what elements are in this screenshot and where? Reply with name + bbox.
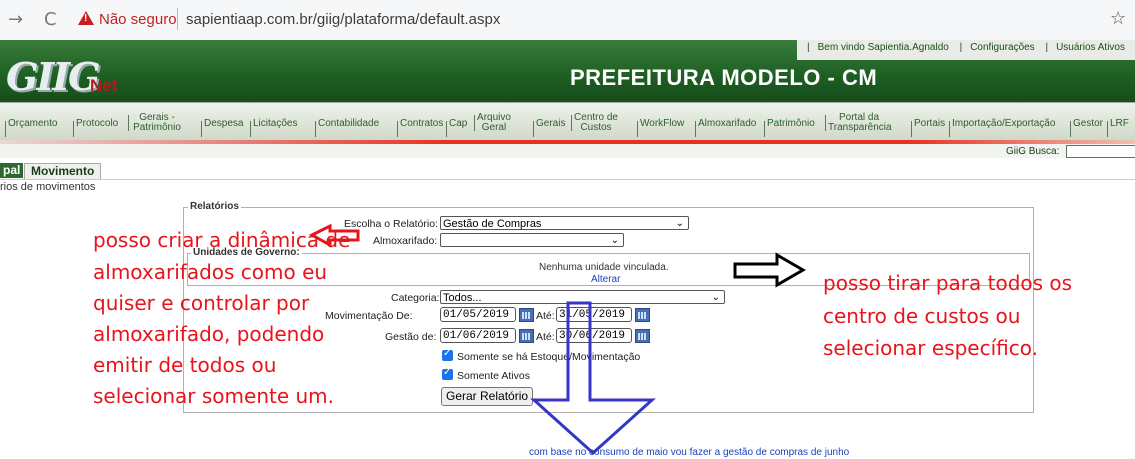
annotation-left-line: quiser e controlar por xyxy=(93,291,310,315)
annotation-left-line: almoxarifados como eu xyxy=(93,260,328,284)
annotation-right-line: centro de custos ou xyxy=(823,304,1021,328)
blue-arrow-icon xyxy=(530,301,656,456)
annotation-left-line: posso criar a dinâmica de xyxy=(93,228,351,252)
annotation-right-line: posso tirar para todos os xyxy=(823,271,1073,295)
annotation-left-line: emitir de todos ou xyxy=(93,353,277,377)
black-arrow-icon xyxy=(733,252,807,288)
annotation-right-line: selecionar específico. xyxy=(823,336,1038,360)
annotation-footer: com base no consumo de maio vou fazer a … xyxy=(529,447,850,458)
annotation-left-line: almoxarifado, podendo xyxy=(93,322,325,346)
annotation-left-line: selecionar somente um. xyxy=(93,384,335,408)
